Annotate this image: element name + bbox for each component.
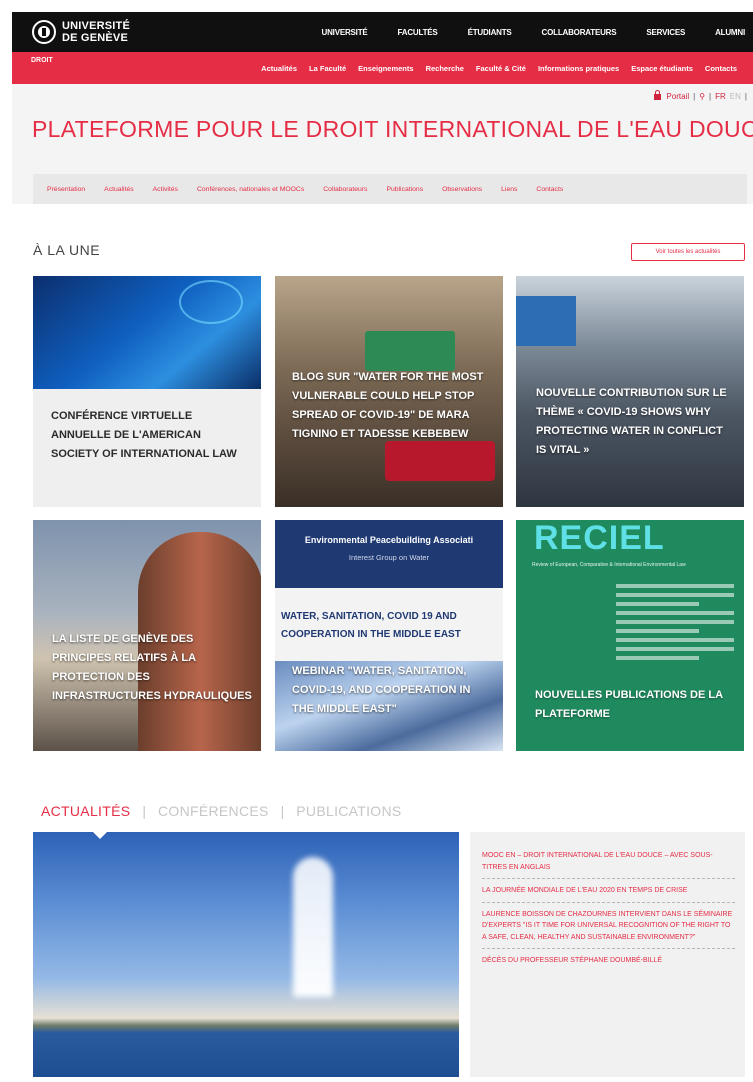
- main-nav-universite[interactable]: UNIVERSITÉ: [322, 28, 368, 37]
- site-title[interactable]: PLATEFORME POUR LE DROIT INTERNATIONAL D…: [32, 116, 753, 143]
- main-nav-alumni[interactable]: ALUMNI: [715, 28, 745, 37]
- reciel-logo: RECIEL: [534, 520, 665, 557]
- faculty-nav-la-faculte[interactable]: La Faculté: [309, 64, 346, 73]
- utility-separator: |: [744, 92, 747, 101]
- banner-subtitle: Interest Group on Water: [348, 553, 430, 562]
- news-item[interactable]: LAURENCE BOISSON DE CHAZOURNES INTERVIEN…: [482, 909, 735, 949]
- tab-publications[interactable]: PUBLICATIONS: [296, 803, 401, 819]
- news-item[interactable]: DÉCÈS DU PROFESSEUR STÉPHANE DOUMBÉ-BILL…: [482, 955, 735, 972]
- card-title: BLOG SUR "WATER FOR THE MOST VULNERABLE …: [292, 371, 484, 440]
- journal-cover-text: [616, 584, 734, 665]
- card-title: WEBINAR "WATER, SANITATION, COVID-19, AN…: [292, 665, 471, 715]
- featured-card-blog-water[interactable]: BLOG SUR "WATER FOR THE MOST VULNERABLE …: [275, 276, 503, 507]
- portal-link[interactable]: Portail: [666, 92, 689, 101]
- card-title: NOUVELLE CONTRIBUTION SUR LE THÈME « COV…: [536, 387, 727, 456]
- utility-links: Portail | ⚲ | FR EN |: [654, 89, 747, 101]
- card-title: NOUVELLES PUBLICATIONS DE LA PLATEFORME: [535, 689, 723, 720]
- section-nav-conferences[interactable]: Conférences, nationales et MOOCs: [197, 186, 304, 193]
- main-nav-services[interactable]: SERVICES: [646, 28, 685, 37]
- faculty-nav-infos-pratiques[interactable]: Informations pratiques: [538, 64, 619, 73]
- tab-separator: |: [280, 803, 285, 819]
- main-nav-collaborateurs[interactable]: COLLABORATEURS: [542, 28, 617, 37]
- faculty-nav-recherche[interactable]: Recherche: [426, 64, 464, 73]
- section-nav-observations[interactable]: Observations: [442, 186, 482, 193]
- search-icon[interactable]: ⚲: [699, 92, 705, 101]
- featured-card-asil-conference[interactable]: CONFÉRENCE VIRTUELLE ANNUELLE DE L'AMERI…: [33, 276, 261, 507]
- faculty-label[interactable]: DROIT: [31, 57, 53, 64]
- lock-icon: [654, 89, 662, 100]
- section-nav: Présentation Actualités Activités Confér…: [33, 174, 747, 204]
- faculty-nav-actualites[interactable]: Actualités: [261, 64, 297, 73]
- site-header: Portail | ⚲ | FR EN | PLATEFORME POUR LE…: [12, 84, 753, 204]
- section-nav-actualites[interactable]: Actualités: [104, 186, 133, 193]
- card-subheading: WATER, SANITATION, COVID 19 AND COOPERAT…: [281, 611, 461, 640]
- section-nav-collaborateurs[interactable]: Collaborateurs: [323, 186, 367, 193]
- lang-fr[interactable]: FR: [715, 92, 726, 101]
- card-image: [33, 276, 261, 389]
- all-news-button[interactable]: Voir toutes les actualités: [631, 243, 745, 261]
- faculty-bar: DROIT Actualités La Faculté Enseignement…: [12, 52, 753, 84]
- epa-banner: Environmental Peacebuilding Associati In…: [275, 520, 503, 588]
- faculty-nav: Actualités La Faculté Enseignements Rech…: [261, 52, 737, 84]
- reciel-subtitle: Review of European, Comparative & Intern…: [532, 562, 686, 568]
- lang-en[interactable]: EN: [730, 92, 741, 101]
- card-title: CONFÉRENCE VIRTUELLE ANNUELLE DE L'AMERI…: [51, 410, 237, 460]
- news-tabs: ACTUALITÉS | CONFÉRENCES | PUBLICATIONS: [41, 803, 402, 819]
- featured-card-geneva-list[interactable]: LA LISTE DE GENÈVE DES PRINCIPES RELATIF…: [33, 520, 261, 751]
- news-item[interactable]: MOOC EN – DROIT INTERNATIONAL DE L'EAU D…: [482, 850, 735, 879]
- faculty-nav-enseignements[interactable]: Enseignements: [358, 64, 413, 73]
- news-feature-image[interactable]: [33, 832, 459, 1077]
- section-nav-activites[interactable]: Activités: [153, 186, 178, 193]
- section-nav-publications[interactable]: Publications: [386, 186, 423, 193]
- faculty-nav-faculte-cite[interactable]: Faculté & Cité: [476, 64, 526, 73]
- logo-line-1: UNIVERSITÉ: [62, 20, 131, 32]
- une-heading: À LA UNE: [33, 242, 101, 258]
- section-nav-liens[interactable]: Liens: [501, 186, 517, 193]
- news-list: MOOC EN – DROIT INTERNATIONAL DE L'EAU D…: [470, 832, 745, 1077]
- banner-title: Environmental Peacebuilding Associati: [304, 535, 474, 545]
- tab-actualites[interactable]: ACTUALITÉS: [41, 803, 130, 819]
- featured-card-webinar-middle-east[interactable]: Environmental Peacebuilding Associati In…: [275, 520, 503, 751]
- tab-conferences[interactable]: CONFÉRENCES: [158, 803, 269, 819]
- faculty-nav-espace-etudiants[interactable]: Espace étudiants: [631, 64, 693, 73]
- section-nav-contacts[interactable]: Contacts: [536, 186, 563, 193]
- main-nav-facultes[interactable]: FACULTÉS: [398, 28, 438, 37]
- main-nav: UNIVERSITÉ FACULTÉS ÉTUDIANTS COLLABORAT…: [322, 12, 746, 52]
- featured-card-covid-contribution[interactable]: NOUVELLE CONTRIBUTION SUR LE THÈME « COV…: [516, 276, 744, 507]
- university-seal-icon: [32, 20, 56, 44]
- active-tab-notch: [93, 832, 107, 839]
- news-item[interactable]: LA JOURNÉE MONDIALE DE L'EAU 2020 EN TEM…: [482, 885, 735, 903]
- section-nav-presentation[interactable]: Présentation: [47, 186, 85, 193]
- utility-separator: |: [693, 92, 696, 101]
- main-nav-etudiants[interactable]: ÉTUDIANTS: [468, 28, 512, 37]
- logo-line-2: DE GENÈVE: [62, 32, 128, 44]
- card-title: LA LISTE DE GENÈVE DES PRINCIPES RELATIF…: [52, 633, 252, 702]
- faculty-nav-contacts[interactable]: Contacts: [705, 64, 737, 73]
- unige-logo[interactable]: UNIVERSITÉ DE GENÈVE: [32, 17, 137, 47]
- tab-separator: |: [142, 803, 146, 819]
- featured-card-publications[interactable]: RECIEL Review of European, Comparative &…: [516, 520, 744, 751]
- utility-separator: |: [709, 92, 712, 101]
- university-topbar: UNIVERSITÉ DE GENÈVE UNIVERSITÉ FACULTÉS…: [12, 12, 753, 52]
